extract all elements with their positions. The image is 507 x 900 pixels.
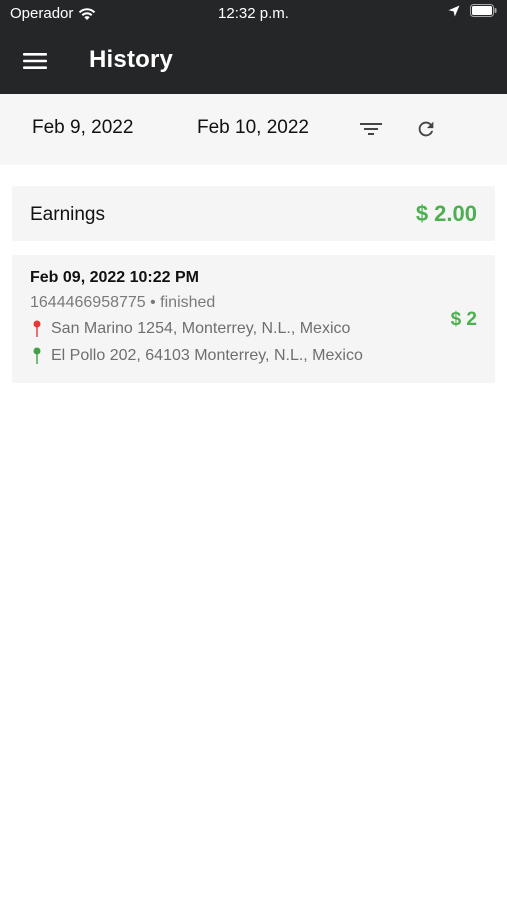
status-bar: Operador 12:32 p.m.: [0, 0, 507, 28]
date-filter-bar: Feb 9, 2022 Feb 10, 2022: [0, 94, 507, 164]
pickup-address: San Marino 1254, Monterrey, N.L., Mexico: [51, 320, 351, 337]
earnings-label: Earnings: [30, 204, 105, 225]
red-pin-icon: [33, 320, 41, 337]
dropoff-address-row: El Pollo 202, 64103 Monterrey, N.L., Mex…: [32, 347, 363, 365]
menu-button[interactable]: [20, 46, 50, 76]
earnings-summary-card: Earnings $ 2.00: [12, 186, 495, 241]
filter-lines-icon: [360, 123, 382, 135]
status-right: [448, 4, 497, 17]
trip-price: $ 2: [450, 309, 477, 330]
history-screen: Operador 12:32 p.m. History Feb 9, 2022 …: [0, 0, 507, 900]
end-date-picker[interactable]: Feb 10, 2022: [197, 117, 309, 139]
green-pin-icon: [33, 347, 41, 364]
start-date-picker[interactable]: Feb 9, 2022: [32, 117, 133, 139]
page-title: History: [89, 46, 174, 73]
filter-button[interactable]: [355, 113, 387, 145]
trip-id-status: 1644466958775 • finished: [30, 294, 216, 311]
refresh-button[interactable]: [410, 113, 442, 145]
app-bar: History: [0, 28, 507, 94]
trip-datetime: Feb 09, 2022 10:22 PM: [30, 269, 199, 286]
refresh-icon: [418, 121, 434, 137]
hamburger-icon: [23, 53, 47, 69]
status-time: 12:32 p.m.: [218, 5, 289, 22]
location-arrow-icon: [448, 5, 460, 16]
battery-icon: [470, 4, 497, 17]
trip-history-item[interactable]: Feb 09, 2022 10:22 PM 1644466958775 • fi…: [12, 255, 495, 383]
top-bar: Operador 12:32 p.m. History: [0, 0, 507, 94]
earnings-amount: $ 2.00: [415, 201, 477, 226]
dropoff-address: El Pollo 202, 64103 Monterrey, N.L., Mex…: [51, 347, 363, 364]
pickup-address-row: San Marino 1254, Monterrey, N.L., Mexico: [32, 320, 350, 338]
